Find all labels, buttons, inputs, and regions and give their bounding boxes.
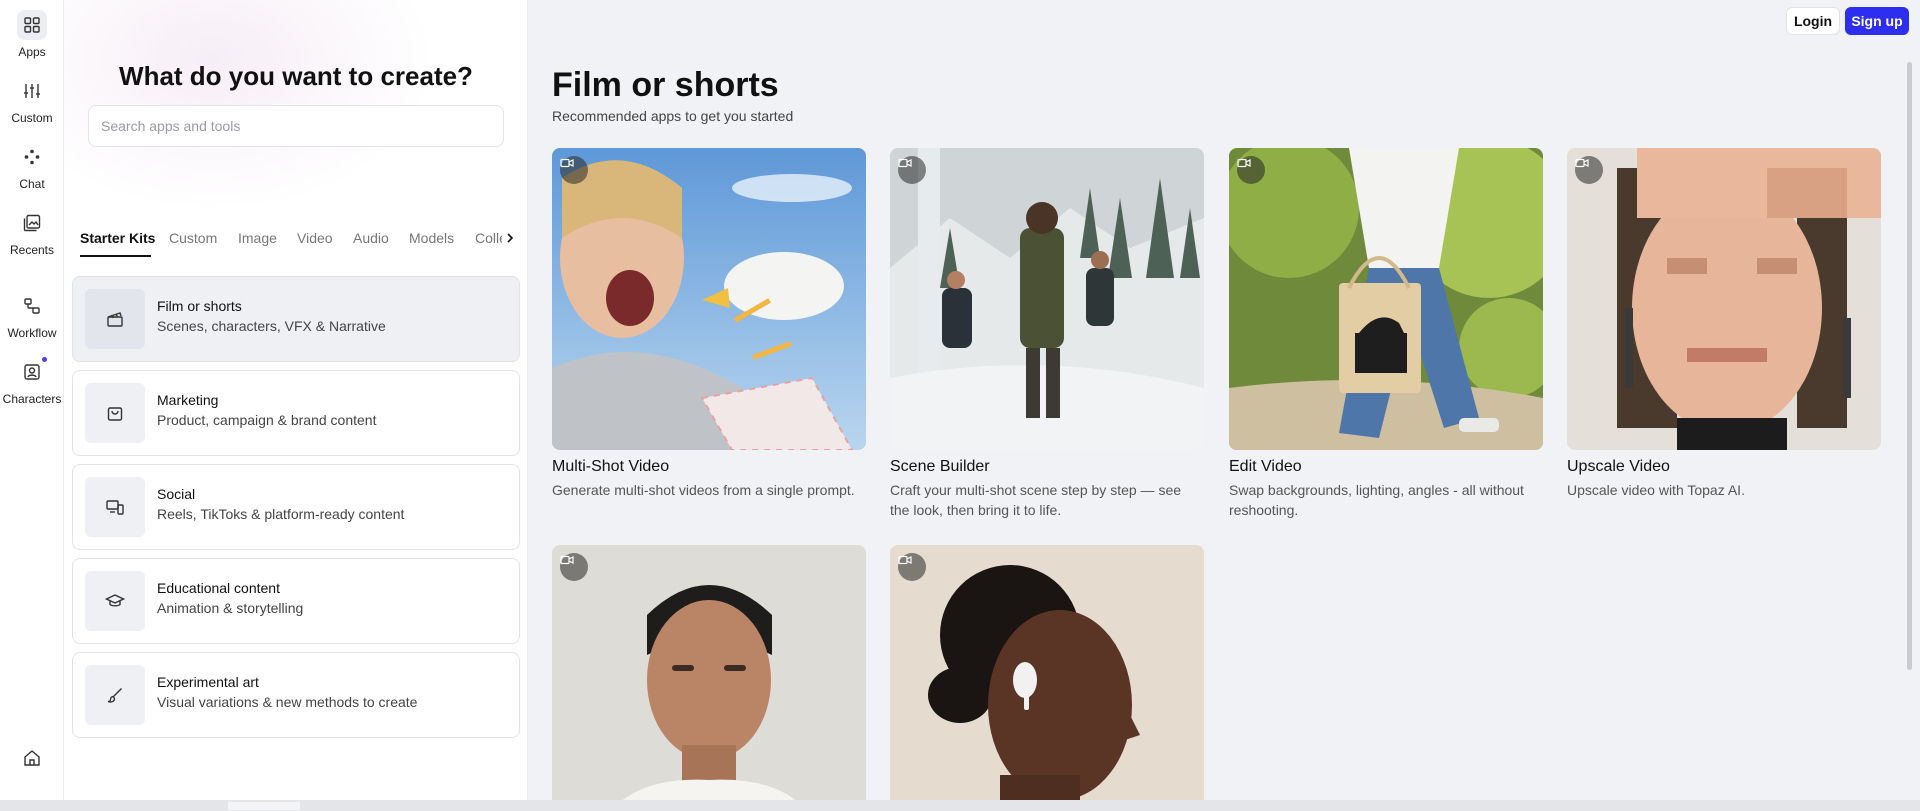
app-card-portrait-woman[interactable]: [890, 545, 1204, 800]
video-camera-icon: [898, 553, 926, 581]
graduation-cap-icon: [85, 571, 145, 631]
rail-item-recents[interactable]: Recents: [0, 198, 64, 258]
kit-subtitle: Visual variations & new methods to creat…: [157, 694, 418, 710]
kit-subtitle: Reels, TikToks & platform-ready content: [157, 506, 405, 522]
kit-educational-content[interactable]: Educational content Animation & storytel…: [72, 558, 520, 644]
kit-title: Film or shorts: [157, 298, 242, 314]
kit-subtitle: Product, campaign & brand content: [157, 412, 377, 428]
active-tab-indicator: [80, 255, 151, 257]
rail-label-custom: Custom: [11, 111, 53, 125]
notification-dot: [42, 357, 47, 362]
rail-label-recents: Recents: [9, 243, 55, 257]
tab-models[interactable]: Models: [409, 230, 454, 246]
kit-subtitle: Scenes, characters, VFX & Narrative: [157, 318, 386, 334]
card-description: Swap backgrounds, lighting, angles - all…: [1229, 482, 1524, 518]
card-title: Edit Video: [1229, 458, 1302, 475]
kit-social[interactable]: Social Reels, TikToks & platform-ready c…: [72, 464, 520, 550]
video-camera-icon: [1237, 156, 1265, 184]
card-thumbnail: [1567, 148, 1881, 450]
devices-icon: [85, 477, 145, 537]
tab-custom[interactable]: Custom: [169, 230, 217, 246]
workflow-icon: [17, 291, 47, 321]
video-camera-icon: [560, 553, 588, 581]
tab-video[interactable]: Video: [297, 230, 333, 246]
tab-image[interactable]: Image: [238, 230, 277, 246]
grid-icon: [17, 10, 47, 40]
card-title: Scene Builder: [890, 458, 990, 475]
rail-item-workflow[interactable]: Workflow: [0, 281, 64, 341]
kit-title: Educational content: [157, 580, 280, 596]
card-title: Upscale Video: [1567, 458, 1670, 475]
kit-marketing[interactable]: Marketing Product, campaign & brand cont…: [72, 370, 520, 456]
video-camera-icon: [898, 156, 926, 184]
horizontal-scrollbar[interactable]: [228, 802, 300, 810]
rail-item-apps[interactable]: Apps: [0, 0, 64, 60]
launcher-panel: What do you want to create? Starter Kits…: [64, 0, 528, 800]
rail-label-workflow: Workflow: [7, 326, 57, 340]
chat-dots-icon: [17, 142, 47, 172]
login-button[interactable]: Login: [1786, 7, 1840, 35]
section-subtitle: Recommended apps to get you started: [552, 108, 794, 124]
rail-item-characters[interactable]: Characters: [0, 347, 64, 407]
shopping-bag-icon: [85, 383, 145, 443]
kit-subtitle: Animation & storytelling: [157, 600, 304, 616]
card-title: Multi-Shot Video: [552, 458, 670, 475]
rail-item-chat[interactable]: Chat: [0, 132, 64, 192]
panel-title: What do you want to create?: [119, 61, 473, 91]
card-thumbnail: [1229, 148, 1543, 450]
video-camera-icon: [560, 156, 588, 184]
clapperboard-icon: [85, 289, 145, 349]
signup-button[interactable]: Sign up: [1845, 7, 1909, 35]
card-thumbnail: [552, 545, 866, 800]
rail-label-characters: Characters: [2, 392, 62, 406]
rail-label-chat: Chat: [19, 177, 45, 191]
search-input[interactable]: [88, 105, 504, 147]
tab-starter-kits[interactable]: Starter Kits: [80, 230, 155, 246]
card-description: Generate multi-shot videos from a single…: [552, 482, 855, 498]
sliders-icon: [17, 76, 47, 106]
kit-experimental-art[interactable]: Experimental art Visual variations & new…: [72, 652, 520, 738]
rail-item-custom[interactable]: Custom: [0, 66, 64, 126]
brush-icon: [85, 665, 145, 725]
image-stack-icon: [17, 208, 47, 238]
video-camera-icon: [1575, 156, 1603, 184]
left-rail: Apps Custom Chat Recents Workflow Charac…: [0, 0, 64, 800]
card-thumbnail: [552, 148, 866, 450]
kit-title: Social: [157, 486, 196, 502]
chevron-right-icon[interactable]: [502, 230, 518, 246]
home-icon[interactable]: [17, 743, 47, 773]
card-description: Upscale video with Topaz AI.: [1567, 482, 1745, 498]
rail-label-apps: Apps: [18, 45, 46, 59]
category-tabs: Starter Kits Custom Image Video Audio Mo…: [80, 226, 516, 258]
tab-audio[interactable]: Audio: [353, 230, 389, 246]
card-thumbnail: [890, 148, 1204, 450]
app-card-portrait-man[interactable]: [552, 545, 866, 800]
card-description: Craft your multi-shot scene step by step…: [890, 482, 1182, 518]
vertical-scrollbar[interactable]: [1907, 62, 1912, 670]
card-thumbnail: [890, 545, 1204, 800]
section-title: Film or shorts: [552, 66, 779, 104]
kit-title: Experimental art: [157, 674, 259, 690]
kit-title: Marketing: [157, 392, 219, 408]
kit-film-or-shorts[interactable]: Film or shorts Scenes, characters, VFX &…: [72, 276, 520, 362]
